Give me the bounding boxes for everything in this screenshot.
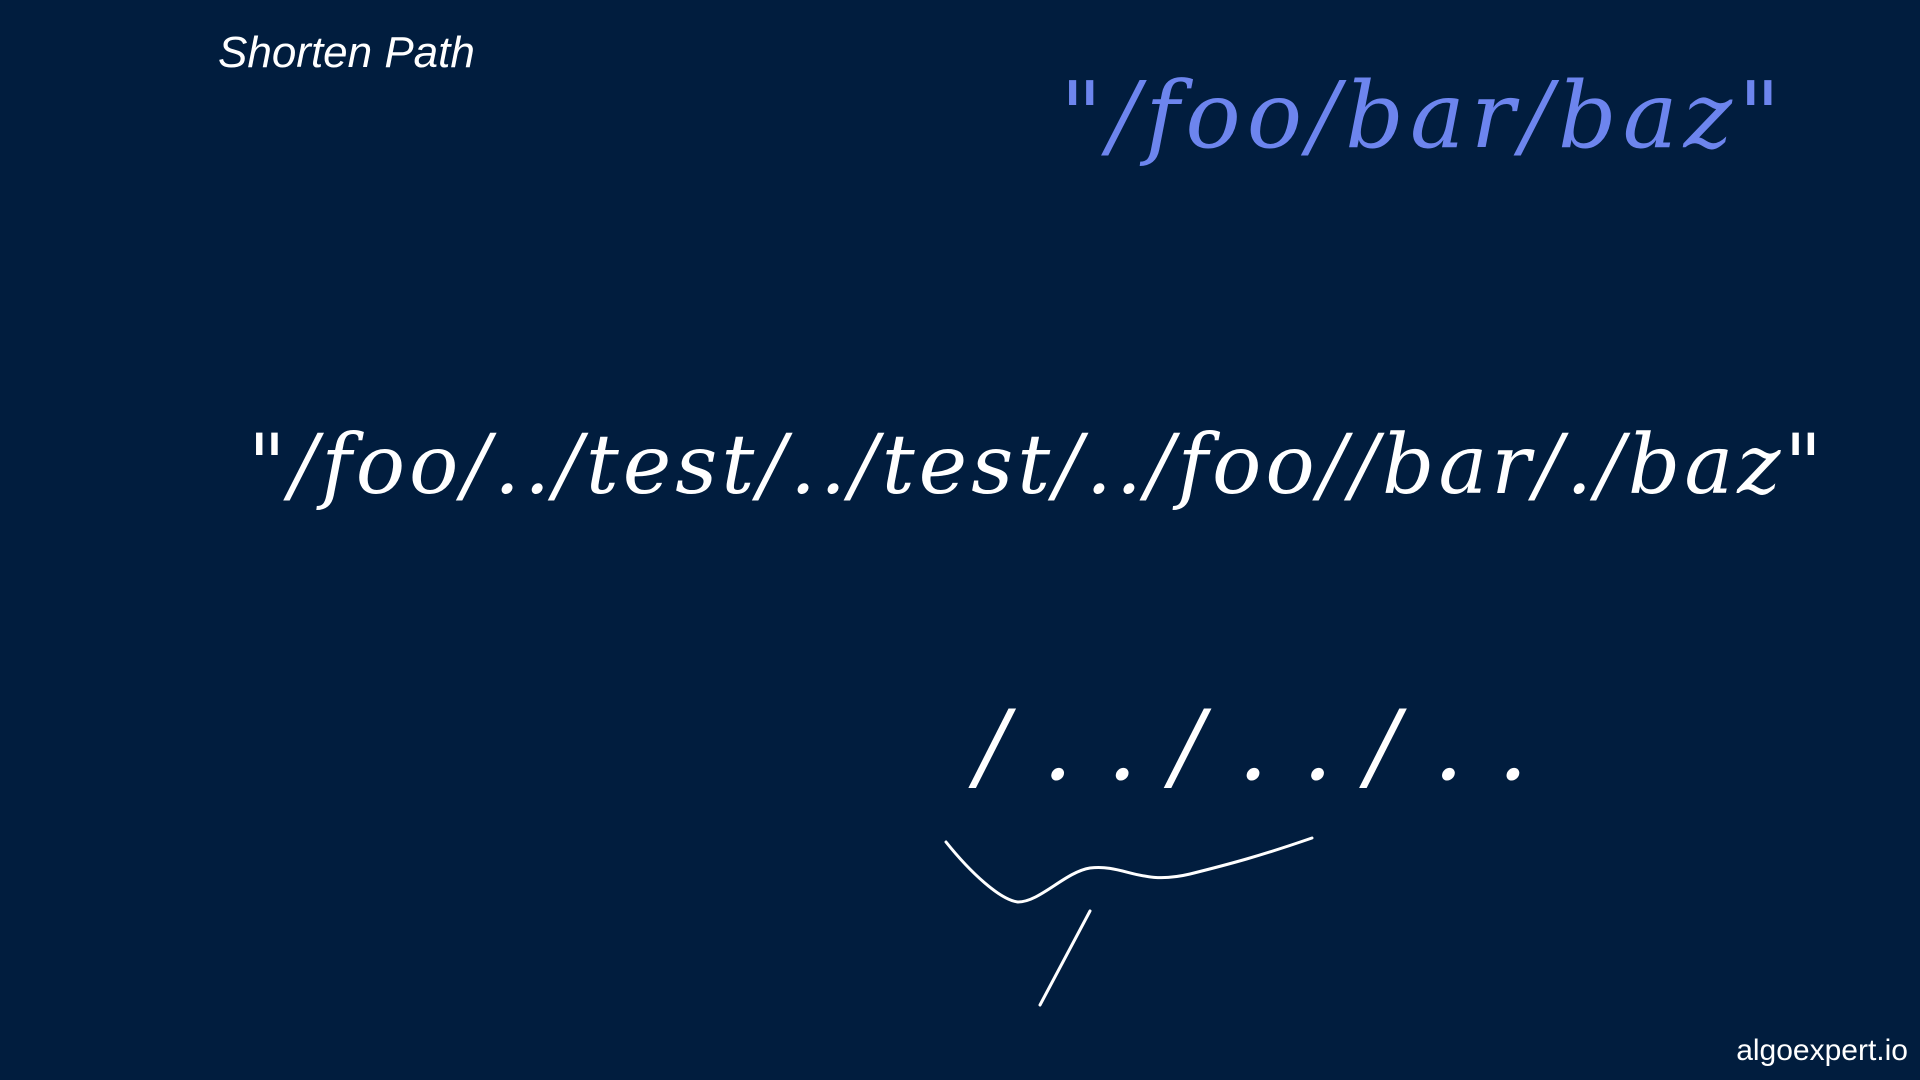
shortened-path-annotation: "/foo/bar/baz" [1060,62,1787,169]
slide-title: Shorten Path [218,28,475,77]
parent-directory-sequence: /../../.. [976,690,1563,802]
brand-watermark: algoexpert.io [1736,1034,1908,1067]
result-slash-stroke [1038,909,1092,1007]
input-path-annotation: "/foo/../test/../test/../foo//bar/./baz" [248,418,1827,513]
slide-canvas: Shorten Path "/foo/bar/baz" "/foo/../tes… [0,0,1920,1080]
underbrace-stroke [944,836,1314,904]
